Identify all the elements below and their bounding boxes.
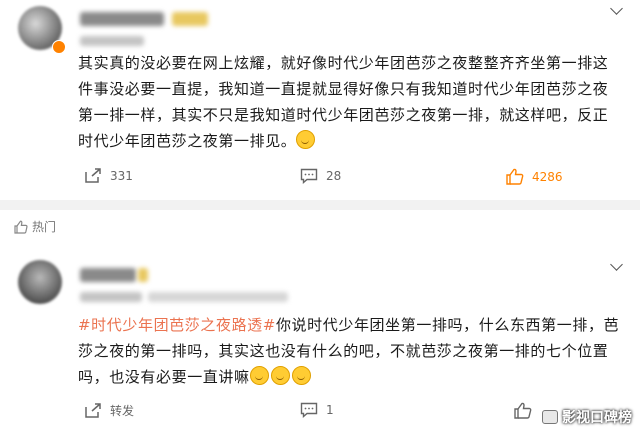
thumbs-up-icon [506,168,524,185]
hashtag-link[interactable]: #时代少年团芭莎之夜路透# [78,316,276,334]
username-blurred[interactable] [80,12,164,26]
comment-count: 28 [326,169,342,183]
watermark: 影视口碑榜 [542,407,632,427]
repost-button[interactable]: 331 [84,168,133,184]
like-button[interactable]: 4286 [506,168,563,185]
weibo-post-1: 其实真的没必要在网上炫耀，就好像时代少年团芭莎之夜整整齐齐坐第一排这件事没必要一… [0,0,640,200]
like-count: 4286 [532,169,563,184]
post-text: #时代少年团芭莎之夜路透#你说时代少年团坐第一排吗，什么东西第一排，芭莎之夜的第… [78,312,622,390]
watermark-text: 影视口碑榜 [562,410,632,426]
repost-label: 转发 [110,404,135,418]
avatar[interactable] [18,260,62,304]
smile-emoji-icon [270,366,290,385]
hot-label: 热门 [32,220,57,234]
comment-icon [300,168,318,184]
post-meta-blurred [80,292,142,302]
repost-icon [85,402,101,418]
thumbs-up-outline-icon [14,220,28,234]
post-text: 其实真的没必要在网上炫耀，就好像时代少年团芭莎之夜整整齐齐坐第一排这件事没必要一… [78,50,622,154]
smile-emoji-icon [249,366,269,385]
repost-count: 331 [110,169,133,183]
chevron-down-icon[interactable] [610,2,623,15]
post-meta-blurred [80,36,144,46]
repost-icon [85,168,101,183]
username-blurred[interactable] [80,268,136,282]
chevron-down-icon[interactable] [610,258,623,271]
comment-icon [300,402,318,418]
section-divider [0,200,640,210]
verified-badge-icon [52,40,66,54]
tv-icon [542,410,558,424]
comment-button[interactable]: 1 [300,402,334,418]
post-text-content: 其实真的没必要在网上炫耀，就好像时代少年团芭莎之夜整整齐齐坐第一排这件事没必要一… [78,54,609,150]
comment-button[interactable]: 28 [300,168,341,184]
smile-emoji-icon [296,130,316,149]
user-level-badge-blurred [138,268,148,282]
smile-emoji-icon [291,366,311,385]
post-meta-blurred-2 [148,292,288,302]
repost-button[interactable]: 转发 [84,402,134,419]
hot-section-header: 热门 [14,218,56,235]
user-level-badge-blurred [172,12,208,26]
thumbs-up-icon [514,402,532,419]
like-button[interactable] [514,402,532,419]
comment-count: 1 [326,403,334,417]
